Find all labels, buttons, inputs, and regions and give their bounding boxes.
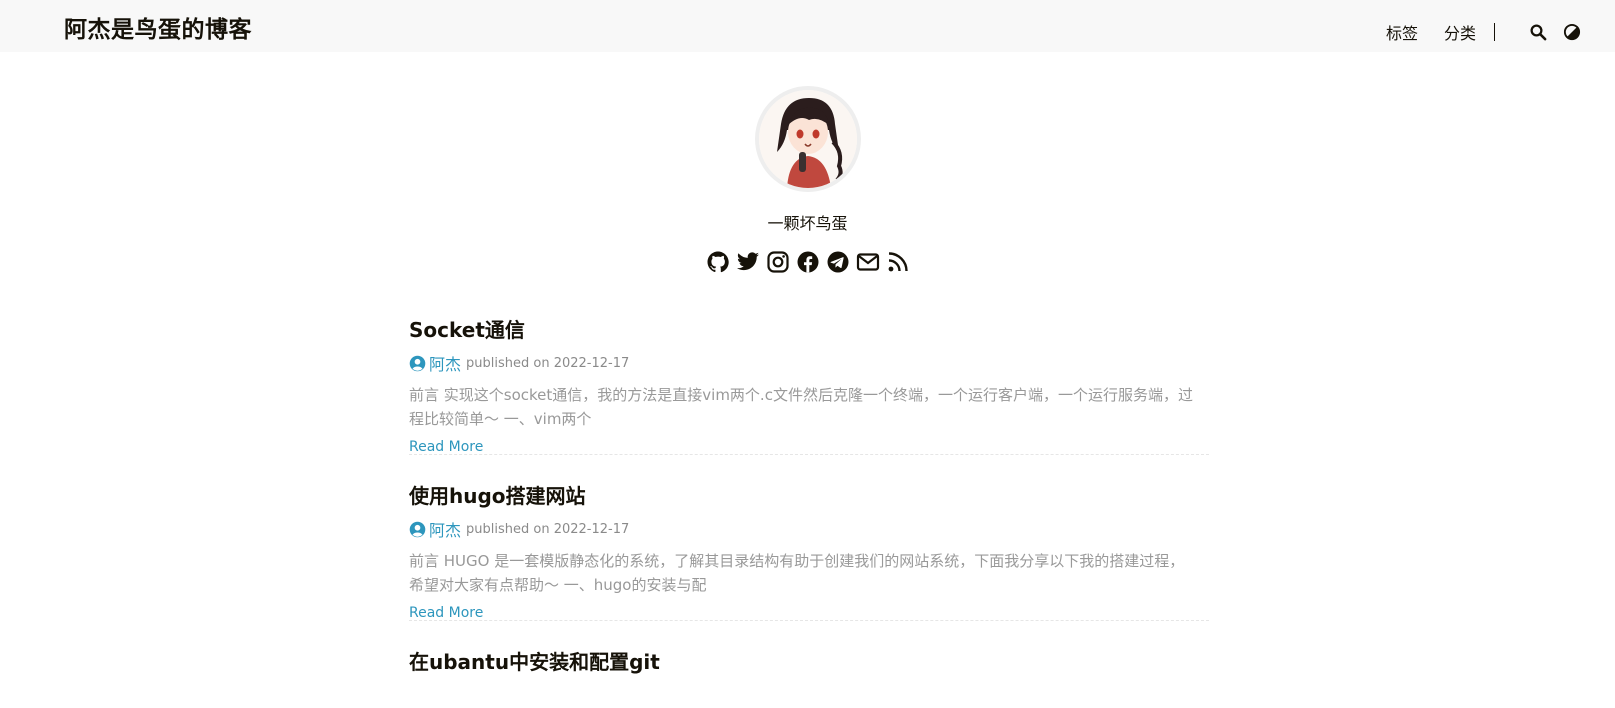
telegram-icon[interactable] xyxy=(826,250,850,274)
nav-divider xyxy=(1494,23,1495,41)
post-item: 使用hugo搭建网站 阿杰 published on 2022-12-17 前言… xyxy=(409,473,1209,621)
profile-subtitle: 一颗坏鸟蛋 xyxy=(767,214,848,233)
avatar xyxy=(754,86,861,192)
facebook-icon[interactable] xyxy=(796,250,820,274)
site-header: 阿杰是鸟蛋的博客 标签 分类 xyxy=(0,0,1615,52)
twitter-icon[interactable] xyxy=(736,250,760,274)
post-author[interactable]: 阿杰 xyxy=(429,351,461,375)
post-title[interactable]: Socket通信 xyxy=(409,314,525,343)
github-icon[interactable] xyxy=(706,250,730,274)
site-title[interactable]: 阿杰是鸟蛋的博客 xyxy=(64,10,252,44)
rss-icon[interactable] xyxy=(886,250,910,274)
post-summary: 前言 实现这个socket通信，我的方法是直接vim两个.c文件然后克隆一个终端… xyxy=(409,386,1193,428)
post-list: Socket通信 阿杰 published on 2022-12-17 前言 实… xyxy=(409,307,1209,675)
post-title[interactable]: 在ubantu中安装和配置git xyxy=(409,646,660,675)
post-author[interactable]: 阿杰 xyxy=(429,517,461,541)
social-links xyxy=(0,250,1615,274)
post-title[interactable]: 使用hugo搭建网站 xyxy=(409,480,586,509)
nav-item-tags[interactable]: 标签 xyxy=(1386,20,1418,44)
main-nav: 标签 分类 xyxy=(1386,20,1581,44)
nav-item-categories[interactable]: 分类 xyxy=(1444,20,1476,44)
email-icon[interactable] xyxy=(856,250,880,274)
post-item: 在ubantu中安装和配置git xyxy=(409,639,1209,675)
post-summary: 前言 HUGO 是一套模版静态化的系统，了解其目录结构有助于创建我们的网站系统，… xyxy=(409,552,1185,594)
user-circle-icon xyxy=(409,521,426,538)
profile-section: 一颗坏鸟蛋 xyxy=(0,86,1615,274)
read-more-link[interactable]: Read More xyxy=(409,605,483,621)
search-icon[interactable] xyxy=(1529,23,1547,41)
read-more-link[interactable]: Read More xyxy=(409,439,483,455)
instagram-icon[interactable] xyxy=(766,250,790,274)
post-date: published on 2022-12-17 xyxy=(466,521,630,537)
post-meta: 阿杰 published on 2022-12-17 xyxy=(409,517,1209,541)
post-date: published on 2022-12-17 xyxy=(466,355,630,371)
post-item: Socket通信 阿杰 published on 2022-12-17 前言 实… xyxy=(409,307,1209,455)
user-circle-icon xyxy=(409,355,426,372)
post-meta: 阿杰 published on 2022-12-17 xyxy=(409,351,1209,375)
theme-toggle-icon[interactable] xyxy=(1563,23,1581,41)
